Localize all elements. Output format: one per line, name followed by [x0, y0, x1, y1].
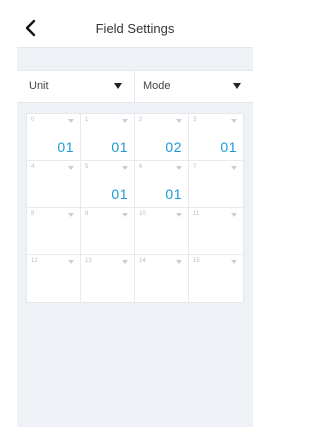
- field-cell-value: 01: [220, 139, 237, 155]
- caret-down-icon: [176, 166, 182, 170]
- back-button[interactable]: [23, 17, 41, 39]
- caret-down-icon: [122, 119, 128, 123]
- caret-down-icon: [231, 213, 237, 217]
- mode-dropdown[interactable]: Mode: [135, 71, 253, 102]
- caret-down-icon: [176, 213, 182, 217]
- app-screen: Field Settings Unit Mode 0 01 1 01 2 02 3 01 4 5 0…: [17, 10, 253, 427]
- field-cell[interactable]: 11: [189, 208, 243, 255]
- field-cell[interactable]: 9: [81, 208, 135, 255]
- field-cell-index: 10: [139, 211, 146, 217]
- field-cell[interactable]: 0 01: [27, 114, 81, 161]
- field-cell-index: 1: [85, 117, 89, 123]
- field-cell[interactable]: 13: [81, 255, 135, 302]
- caret-down-icon: [68, 213, 74, 217]
- field-cell-index: 2: [139, 117, 143, 123]
- caret-down-icon: [122, 260, 128, 264]
- field-grid: 0 01 1 01 2 02 3 01 4 5 01 6 01 7 8 9 10 11 12 13 14 15: [26, 113, 244, 303]
- caret-down-icon: [231, 119, 237, 123]
- field-cell-value: 01: [111, 186, 128, 202]
- field-cell-value: 02: [165, 139, 182, 155]
- unit-dropdown[interactable]: Unit: [17, 71, 135, 102]
- caret-down-icon: [122, 166, 128, 170]
- field-cell-index: 3: [193, 117, 197, 123]
- field-cell-value: 01: [111, 139, 128, 155]
- field-cell[interactable]: 5 01: [81, 161, 135, 208]
- field-cell-index: 6: [139, 164, 143, 170]
- field-cell[interactable]: 8: [27, 208, 81, 255]
- caret-down-icon: [176, 119, 182, 123]
- field-cell[interactable]: 4: [27, 161, 81, 208]
- navigation-bar: Field Settings: [17, 10, 253, 48]
- field-cell[interactable]: 15: [189, 255, 243, 302]
- field-cell[interactable]: 7: [189, 161, 243, 208]
- field-cell[interactable]: 10: [135, 208, 189, 255]
- field-cell-index: 13: [85, 258, 92, 264]
- mode-dropdown-label: Mode: [143, 80, 171, 92]
- caret-down-icon: [231, 166, 237, 170]
- unit-dropdown-label: Unit: [29, 80, 49, 92]
- caret-down-icon: [68, 166, 74, 170]
- caret-down-icon: [231, 260, 237, 264]
- field-cell-index: 12: [31, 258, 38, 264]
- caret-down-icon: [122, 213, 128, 217]
- field-cell[interactable]: 14: [135, 255, 189, 302]
- field-cell[interactable]: 2 02: [135, 114, 189, 161]
- field-cell-index: 7: [193, 164, 197, 170]
- field-cell[interactable]: 3 01: [189, 114, 243, 161]
- field-cell-index: 0: [31, 117, 35, 123]
- field-cell-index: 4: [31, 164, 35, 170]
- selector-bar: Unit Mode: [17, 70, 253, 103]
- caret-down-icon: [68, 260, 74, 264]
- field-cell-index: 14: [139, 258, 146, 264]
- caret-down-icon: [176, 260, 182, 264]
- caret-down-icon: [233, 83, 241, 89]
- caret-down-icon: [114, 83, 122, 89]
- field-cell[interactable]: 6 01: [135, 161, 189, 208]
- field-cell-index: 9: [85, 211, 89, 217]
- field-cell-index: 8: [31, 211, 35, 217]
- chevron-left-icon: [25, 19, 36, 37]
- field-cell-index: 15: [193, 258, 200, 264]
- caret-down-icon: [68, 119, 74, 123]
- page-title: Field Settings: [95, 21, 175, 36]
- field-cell-index: 5: [85, 164, 89, 170]
- field-cell[interactable]: 12: [27, 255, 81, 302]
- field-cell[interactable]: 1 01: [81, 114, 135, 161]
- field-cell-value: 01: [165, 186, 182, 202]
- field-cell-index: 11: [193, 211, 200, 217]
- field-cell-value: 01: [57, 139, 74, 155]
